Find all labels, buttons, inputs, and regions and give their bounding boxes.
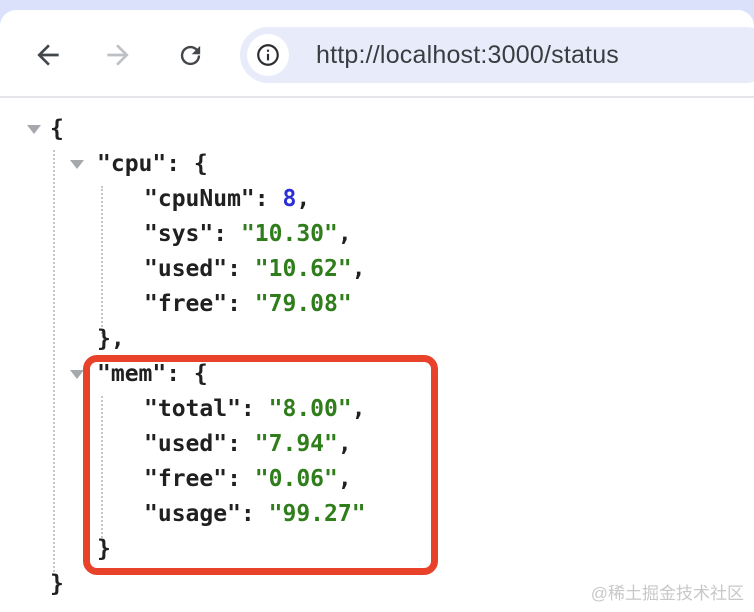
info-icon — [257, 44, 279, 66]
json-viewer: { "cpu": { "cpuNum": 8, "sys": "10.30", … — [0, 112, 754, 602]
reload-button[interactable] — [176, 41, 205, 70]
json-line-cpu-open: "cpu": { — [97, 151, 208, 177]
json-line-mem-total: "total": "8.00", — [144, 396, 366, 422]
json-line-cpu-close: }, — [97, 326, 125, 352]
browser-toolbar: http://localhost:3000/status — [0, 10, 754, 98]
forward-arrow-icon — [107, 44, 129, 66]
json-line-cpu-free: "free": "79.08" — [144, 291, 352, 317]
json-line-mem-free: "free": "0.06", — [144, 466, 352, 492]
json-line-cpu-sys: "sys": "10.30", — [144, 221, 352, 247]
address-bar[interactable]: http://localhost:3000/status — [240, 27, 754, 83]
json-line-cpunum: "cpuNum": 8, — [144, 186, 311, 212]
site-info-button[interactable] — [247, 34, 289, 76]
forward-button[interactable] — [102, 39, 134, 71]
watermark-text: @稀土掘金技术社区 — [590, 584, 744, 603]
json-line-mem-close: } — [97, 536, 111, 562]
json-line-cpu-used: "used": "10.62", — [144, 256, 366, 282]
json-line-root-open: { — [50, 116, 64, 142]
json-line-mem-used: "used": "7.94", — [144, 431, 352, 457]
reload-icon — [180, 45, 201, 66]
json-line-mem-usage: "usage": "99.27" — [144, 501, 366, 527]
back-button[interactable] — [32, 39, 64, 71]
back-arrow-icon — [37, 44, 59, 66]
json-line-mem-open: "mem": { — [97, 361, 208, 387]
url-input[interactable]: http://localhost:3000/status — [316, 27, 619, 83]
